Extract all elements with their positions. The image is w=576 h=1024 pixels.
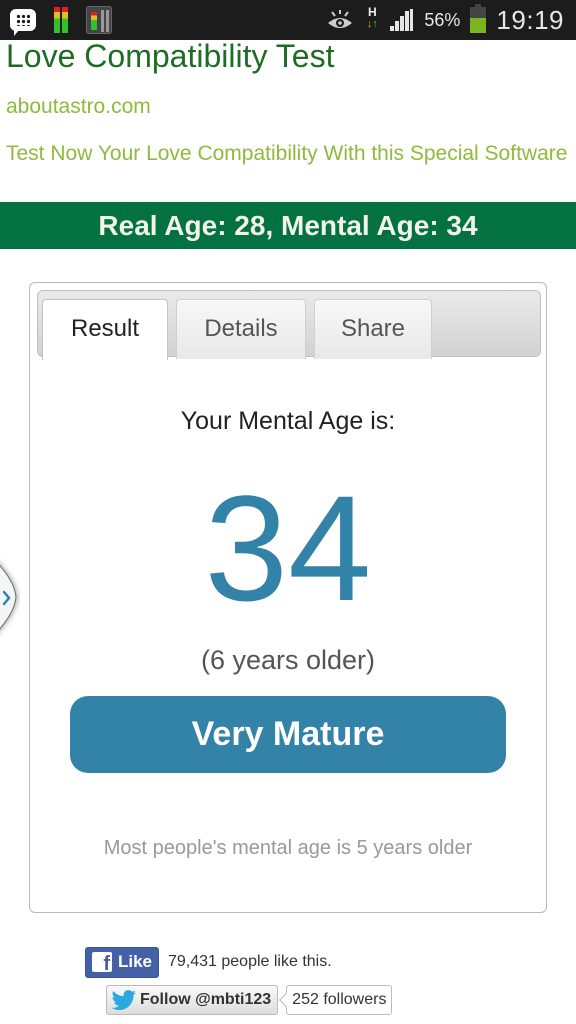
age-summary-banner: Real Age: 28, Mental Age: 34 <box>0 202 576 249</box>
notification-icons <box>10 6 112 36</box>
age-difference: (6 years older) <box>200 645 376 675</box>
network-type-label: H <box>368 5 377 19</box>
ad-tagline-link[interactable]: Test Now Your Love Compatibility With th… <box>6 142 567 166</box>
ad-domain-link[interactable]: aboutastro.com <box>6 95 151 119</box>
signal-icon <box>390 9 414 31</box>
system-icons: H ↓↑ 56% 19:19 <box>326 4 564 36</box>
twitter-follow-button[interactable]: Follow @mbti123 <box>106 985 279 1015</box>
facebook-like-label: Like <box>118 952 153 971</box>
bbm-icon <box>10 9 36 36</box>
battery-icon <box>470 4 487 33</box>
clock: 19:19 <box>496 4 564 35</box>
twitter-followers-count[interactable]: 252 followers <box>286 985 393 1015</box>
comparison-note: Most people's mental age is 5 years olde… <box>103 837 473 859</box>
result-card: Result Details Share Your Mental Age is:… <box>29 282 547 913</box>
tab-bar: Result Details Share <box>37 290 541 360</box>
equalizer-icon <box>54 7 68 33</box>
verdict-badge: Very Mature <box>70 696 506 773</box>
facebook-logo-icon: f <box>92 952 112 974</box>
side-drawer-handle[interactable] <box>0 545 20 650</box>
eye-icon <box>326 9 354 31</box>
hspa-data-icon: H ↓↑ <box>364 6 380 34</box>
facebook-like-button[interactable]: f Like <box>85 946 159 978</box>
battery-percent: 56% <box>424 9 461 30</box>
mixer-app-icon <box>86 6 112 34</box>
ad-title-link[interactable]: Love Compatibility Test <box>6 38 334 75</box>
twitter-follow-widget: Follow @mbti123 252 followers <box>106 984 393 1016</box>
twitter-follow-label: Follow @mbti123 <box>140 991 272 1008</box>
facebook-like-count: 79,431 people like this. <box>168 953 332 970</box>
facebook-like-widget: f Like 79,431 people like this. <box>85 946 332 978</box>
tab-result[interactable]: Result <box>42 299 168 360</box>
tab-share[interactable]: Share <box>314 299 432 359</box>
status-bar: H ↓↑ 56% 19:19 <box>0 0 576 40</box>
mental-age-value: 34 <box>204 464 372 632</box>
result-question: Your Mental Age is: <box>180 407 396 435</box>
tab-details[interactable]: Details <box>176 299 306 359</box>
twitter-bird-icon <box>111 990 136 1010</box>
